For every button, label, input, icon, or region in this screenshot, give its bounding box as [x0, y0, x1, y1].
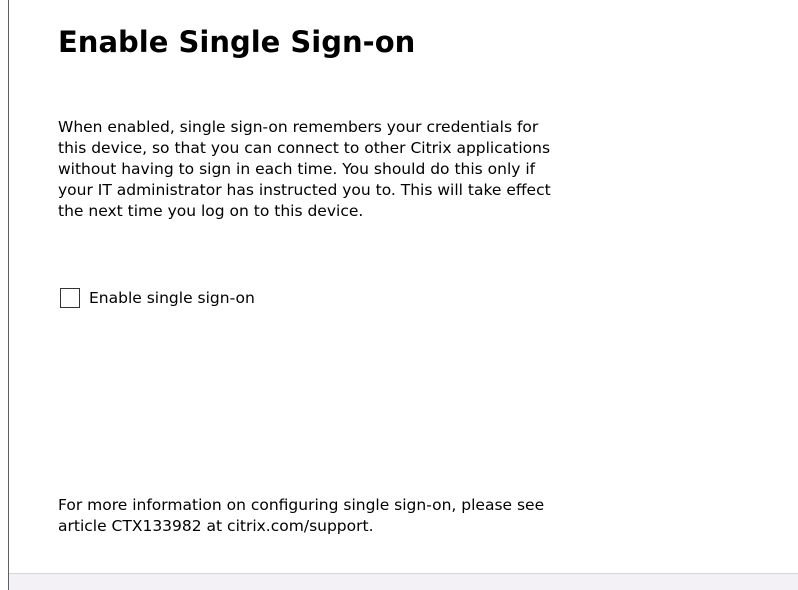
- description-line: without having to sign in each time. You…: [58, 160, 536, 178]
- description-line: When enabled, single sign-on remembers y…: [58, 118, 539, 136]
- description-line: this device, so that you can connect to …: [58, 139, 551, 157]
- description-line: the next time you log on to this device.: [58, 202, 364, 220]
- enable-sso-label[interactable]: Enable single sign-on: [89, 288, 255, 309]
- description-text: When enabled, single sign-on remembers y…: [58, 117, 748, 222]
- description-line: your IT administrator has instructed you…: [58, 181, 551, 199]
- info-line: article CTX133982 at citrix.com/support.: [58, 517, 374, 535]
- enable-sso-checkbox-row[interactable]: Enable single sign-on: [60, 286, 255, 310]
- info-text: For more information on configuring sing…: [58, 495, 748, 537]
- enable-sso-checkbox[interactable]: [60, 288, 80, 308]
- footer-bar: [9, 573, 798, 590]
- page-title: Enable Single Sign-on: [58, 25, 416, 59]
- sso-dialog: Enable Single Sign-on When enabled, sing…: [0, 0, 798, 590]
- dialog-left-border: [8, 0, 9, 590]
- info-line: For more information on configuring sing…: [58, 496, 545, 514]
